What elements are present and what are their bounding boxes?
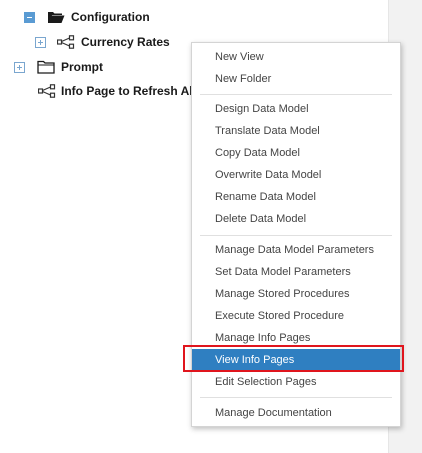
tree-item-info-page[interactable]: Info Page to Refresh All ' bbox=[37, 80, 203, 102]
menu-separator bbox=[200, 94, 392, 95]
tree-item-label: Configuration bbox=[71, 10, 150, 24]
menu-item-execute-stored-procedure[interactable]: Execute Stored Procedure bbox=[192, 305, 400, 327]
tree-item-label: Prompt bbox=[61, 60, 103, 74]
tree-item-label: Info Page to Refresh All ' bbox=[61, 84, 203, 98]
tree-item-prompt[interactable]: Prompt bbox=[14, 56, 103, 78]
menu-item-new-view[interactable]: New View bbox=[192, 46, 400, 68]
menu-item-manage-stored-procedures[interactable]: Manage Stored Procedures bbox=[192, 283, 400, 305]
data-model-icon bbox=[56, 35, 75, 49]
menu-item-overwrite-data-model[interactable]: Overwrite Data Model bbox=[192, 164, 400, 186]
tree-item-currency-rates[interactable]: Currency Rates bbox=[35, 31, 170, 53]
data-model-icon bbox=[37, 84, 56, 98]
tree-item-label: Currency Rates bbox=[81, 35, 170, 49]
menu-separator bbox=[200, 397, 392, 398]
menu-item-set-data-model-parameters[interactable]: Set Data Model Parameters bbox=[192, 261, 400, 283]
menu-separator bbox=[200, 235, 392, 236]
menu-item-delete-data-model[interactable]: Delete Data Model bbox=[192, 208, 400, 230]
menu-item-manage-data-model-parameters[interactable]: Manage Data Model Parameters bbox=[192, 239, 400, 261]
menu-item-edit-selection-pages[interactable]: Edit Selection Pages bbox=[192, 371, 400, 393]
menu-item-copy-data-model[interactable]: Copy Data Model bbox=[192, 142, 400, 164]
menu-item-rename-data-model[interactable]: Rename Data Model bbox=[192, 186, 400, 208]
menu-item-new-folder[interactable]: New Folder bbox=[192, 68, 400, 90]
expand-icon[interactable] bbox=[35, 36, 46, 48]
collapse-icon[interactable] bbox=[24, 11, 35, 23]
menu-item-translate-data-model[interactable]: Translate Data Model bbox=[192, 120, 400, 142]
folder-closed-icon bbox=[37, 60, 55, 74]
menu-item-manage-documentation[interactable]: Manage Documentation bbox=[192, 402, 400, 424]
expand-icon[interactable] bbox=[14, 61, 25, 73]
folder-open-icon bbox=[47, 10, 65, 24]
selection-highlight-box bbox=[183, 345, 404, 372]
menu-item-design-data-model[interactable]: Design Data Model bbox=[192, 98, 400, 120]
tree-item-configuration[interactable]: Configuration bbox=[24, 6, 150, 28]
